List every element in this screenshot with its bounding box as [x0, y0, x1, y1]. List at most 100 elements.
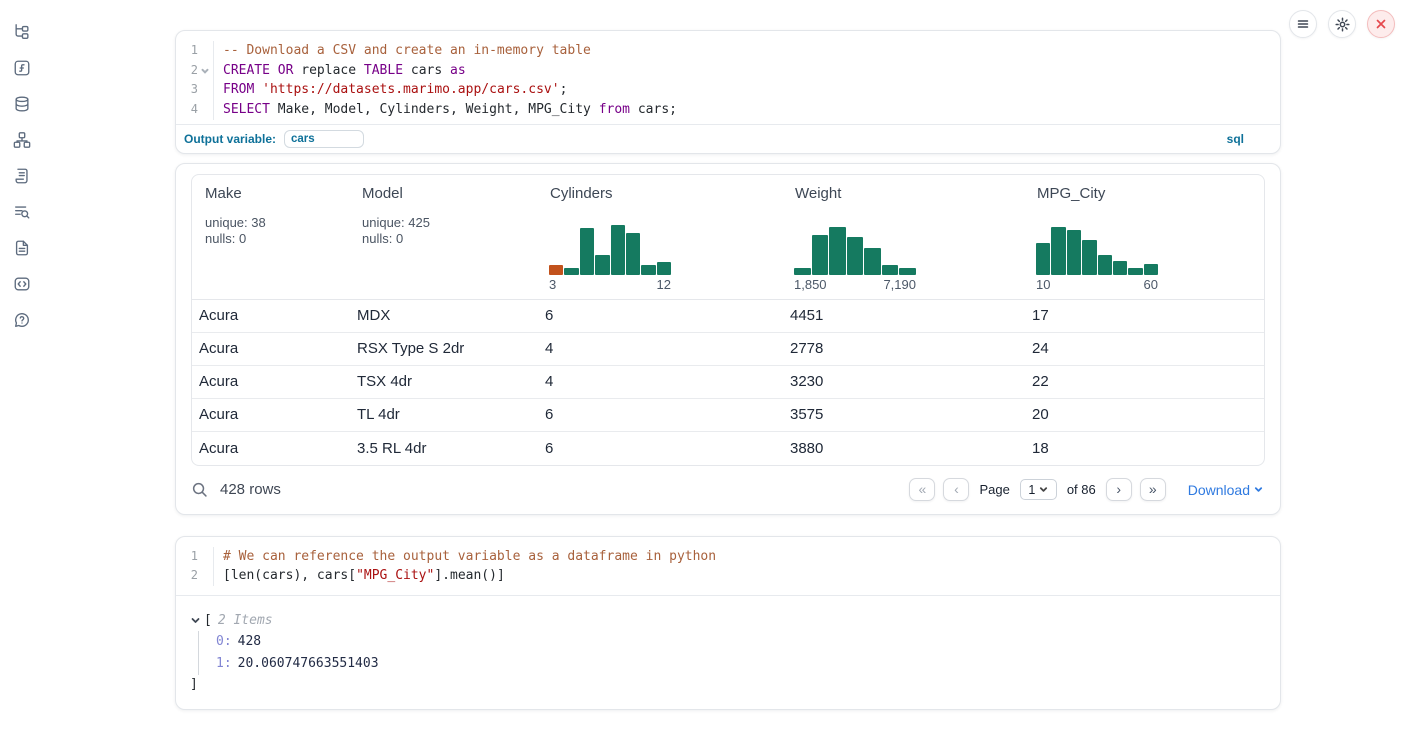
last-page-button[interactable]: » — [1140, 478, 1166, 501]
table-cell: 18 — [1024, 440, 1264, 457]
line-number-gutter: 1 — [176, 547, 214, 567]
search-icon[interactable] — [191, 481, 208, 498]
code-line[interactable]: 1# We can reference the output variable … — [176, 547, 1280, 567]
line-number-gutter: 2 — [176, 566, 214, 586]
code-text: FROM 'https://datasets.marimo.app/cars.c… — [214, 80, 567, 100]
list-close-bracket: ] — [190, 675, 1266, 695]
table-cell: 2778 — [782, 340, 1024, 357]
histogram-bar — [829, 227, 846, 275]
close-icon — [1375, 18, 1387, 30]
table-cell: 3.5 RL 4dr — [349, 440, 537, 457]
text-search-icon[interactable] — [13, 203, 31, 221]
chevron-down-icon — [1254, 485, 1263, 494]
code-snippet-icon[interactable] — [13, 275, 31, 293]
column-name: Model — [362, 185, 533, 202]
sql-output-card: Makeunique: 38nulls: 0 Model unique: 425nu… — [175, 163, 1281, 515]
list-entry: 1:20.060747663551403 — [216, 653, 1266, 675]
code-line[interactable]: 4SELECT Make, Model, Cylinders, Weight, … — [176, 100, 1280, 120]
histogram-bar — [1036, 243, 1050, 275]
scroll-icon[interactable] — [13, 167, 31, 185]
table-cell: 22 — [1024, 373, 1264, 390]
column-header-make[interactable]: Makeunique: 38nulls: 0 — [192, 175, 349, 299]
column-header-cylinders[interactable]: Cylinders312 — [537, 175, 782, 299]
column-name: Weight — [795, 185, 1020, 202]
column-histogram[interactable]: 312 — [549, 223, 671, 292]
network-icon[interactable] — [13, 131, 31, 149]
python-code-editor[interactable]: 1# We can reference the output variable … — [176, 537, 1280, 595]
code-text: # We can reference the output variable a… — [214, 547, 716, 567]
table-cell: Acura — [192, 406, 349, 423]
histogram-axis: 1060 — [1036, 277, 1158, 292]
menu-button[interactable] — [1289, 10, 1317, 38]
column-histogram[interactable]: 1060 — [1036, 223, 1158, 292]
table-header-row: Makeunique: 38nulls: 0 Model unique: 425nu… — [192, 175, 1264, 300]
histogram-bar — [564, 268, 578, 275]
code-line[interactable]: 2[len(cars), cars["MPG_City"].mean()] — [176, 566, 1280, 586]
function-square-icon[interactable] — [13, 59, 31, 77]
file-text-icon[interactable] — [13, 239, 31, 257]
table-cell: Acura — [192, 373, 349, 390]
code-line[interactable]: 1-- Download a CSV and create an in-memo… — [176, 41, 1280, 61]
table-cell: 4451 — [782, 307, 1024, 324]
histogram-bar — [899, 268, 916, 275]
table-cell: 6 — [537, 440, 782, 457]
sql-code-editor[interactable]: 1-- Download a CSV and create an in-memo… — [176, 31, 1280, 124]
fold-chevron-icon[interactable] — [198, 67, 212, 75]
tree-collapse-chevron-icon[interactable] — [190, 615, 201, 626]
table-cell: 4 — [537, 373, 782, 390]
file-tree-icon[interactable] — [13, 23, 31, 41]
table-cell: Acura — [192, 307, 349, 324]
code-text: [len(cars), cars["MPG_City"].mean()] — [214, 566, 505, 586]
table-cell: TL 4dr — [349, 406, 537, 423]
histogram-bar — [1067, 230, 1081, 275]
prev-page-button[interactable]: ‹ — [943, 478, 969, 501]
table-row[interactable]: AcuraRSX Type S 2dr4277824 — [192, 333, 1264, 366]
histogram-bar — [794, 268, 811, 275]
histogram-bar — [882, 265, 899, 275]
code-line[interactable]: 2CREATE OR replace TABLE cars as — [176, 61, 1280, 81]
next-page-button[interactable]: › — [1106, 478, 1132, 501]
settings-button[interactable] — [1328, 10, 1356, 38]
download-button[interactable]: Download — [1188, 482, 1263, 498]
table-cell: 3880 — [782, 440, 1024, 457]
column-header-weight[interactable]: Weight 1,8507,190 — [782, 175, 1024, 299]
list-items-count: 2 Items — [218, 613, 273, 628]
histogram-bars — [1036, 223, 1158, 275]
histogram-bar — [1098, 255, 1112, 275]
table-cell: 4 — [537, 340, 782, 357]
table-row[interactable]: Acura3.5 RL 4dr6388018 — [192, 432, 1264, 465]
histogram-bar — [1144, 264, 1158, 275]
line-number-gutter: 4 — [176, 100, 214, 120]
histogram-bar — [1051, 227, 1065, 275]
page-label: Page — [979, 482, 1009, 497]
sidebar-panel-toolbar — [0, 0, 44, 729]
histogram-bar — [657, 262, 671, 275]
output-variable-input[interactable] — [284, 130, 364, 148]
language-badge[interactable]: sql — [1227, 132, 1244, 146]
table-cell: 3230 — [782, 373, 1024, 390]
histogram-bar — [641, 265, 655, 275]
line-number-gutter: 2 — [176, 61, 214, 81]
python-cell: 1# We can reference the output variable … — [175, 536, 1281, 710]
column-histogram[interactable]: 1,8507,190 — [794, 223, 916, 292]
page-number-select[interactable]: 1 — [1020, 479, 1057, 500]
histogram-bar — [611, 225, 625, 275]
table-row[interactable]: AcuraTL 4dr6357520 — [192, 399, 1264, 432]
database-icon[interactable] — [13, 95, 31, 113]
line-number-gutter: 1 — [176, 41, 214, 61]
table-cell: 3575 — [782, 406, 1024, 423]
table-cell: Acura — [192, 340, 349, 357]
shutdown-button[interactable] — [1367, 10, 1395, 38]
help-circle-icon[interactable] — [13, 311, 31, 329]
line-number-gutter: 3 — [176, 80, 214, 100]
table-cell: 6 — [537, 307, 782, 324]
first-page-button[interactable]: « — [909, 478, 935, 501]
code-line[interactable]: 3FROM 'https://datasets.marimo.app/cars.… — [176, 80, 1280, 100]
table-row[interactable]: AcuraTSX 4dr4323022 — [192, 366, 1264, 399]
table-row[interactable]: AcuraMDX6445117 — [192, 300, 1264, 333]
python-output: [ 2 Items 0:4281:20.060747663551403 ] — [176, 595, 1280, 709]
column-header-model[interactable]: Model unique: 425nulls: 0 — [349, 175, 537, 299]
column-header-mpg_city[interactable]: MPG_City1060 — [1024, 175, 1264, 299]
column-stats: unique: 425nulls: 0 — [362, 215, 533, 248]
histogram-bars — [549, 223, 671, 275]
